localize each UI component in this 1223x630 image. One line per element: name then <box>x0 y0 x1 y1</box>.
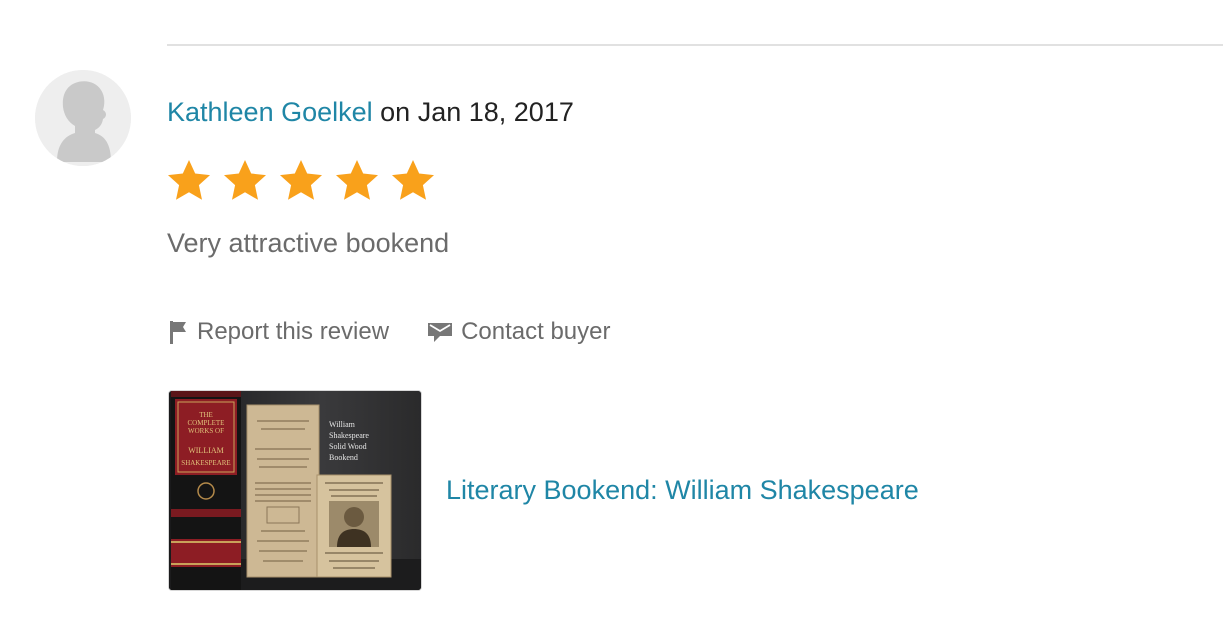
contact-buyer-label: Contact buyer <box>461 318 611 345</box>
image-tag-line-2: Shakespeare <box>329 431 369 440</box>
image-book-author-2: SHAKESPEARE <box>181 459 230 467</box>
review-actions: Report this review Contact buyer <box>167 316 611 348</box>
contact-buyer-button[interactable]: Contact buyer <box>427 316 611 348</box>
star-rating <box>165 157 437 205</box>
star-icon <box>280 160 322 200</box>
listing-thumbnail[interactable]: THE COMPLETE WORKS OF WILLIAM SHAKESPEAR… <box>168 390 422 591</box>
image-book-author-1: WILLIAM <box>188 446 224 455</box>
avatar[interactable] <box>35 70 131 166</box>
default-avatar-icon <box>35 70 131 166</box>
image-book-title-2: COMPLETE <box>188 419 225 427</box>
star-icon <box>224 160 266 200</box>
star-icon <box>168 160 210 200</box>
flag-icon <box>170 321 186 344</box>
star-icon <box>336 160 378 200</box>
image-tag-line-1: William <box>329 420 356 429</box>
review-header: Kathleen Goelkel on Jan 18, 2017 <box>167 94 574 130</box>
image-book-title-3: WORKS OF <box>188 427 224 435</box>
message-icon <box>428 323 453 342</box>
listing-image: THE COMPLETE WORKS OF WILLIAM SHAKESPEAR… <box>169 391 421 590</box>
listing-title-link[interactable]: Literary Bookend: William Shakespeare <box>446 472 919 508</box>
image-book-title-1: THE <box>199 411 213 419</box>
report-review-button[interactable]: Report this review <box>167 316 389 348</box>
reviewer-name-link[interactable]: Kathleen Goelkel <box>167 97 373 127</box>
report-review-label: Report this review <box>197 318 390 345</box>
section-divider <box>167 44 1223 46</box>
image-tag-line-3: Solid Wood <box>329 442 367 451</box>
date-prefix: on <box>380 97 411 127</box>
review-text: Very attractive bookend <box>167 228 450 258</box>
image-tag-line-4: Bookend <box>329 453 358 462</box>
star-icon <box>392 160 434 200</box>
review-date: Jan 18, 2017 <box>417 97 574 127</box>
